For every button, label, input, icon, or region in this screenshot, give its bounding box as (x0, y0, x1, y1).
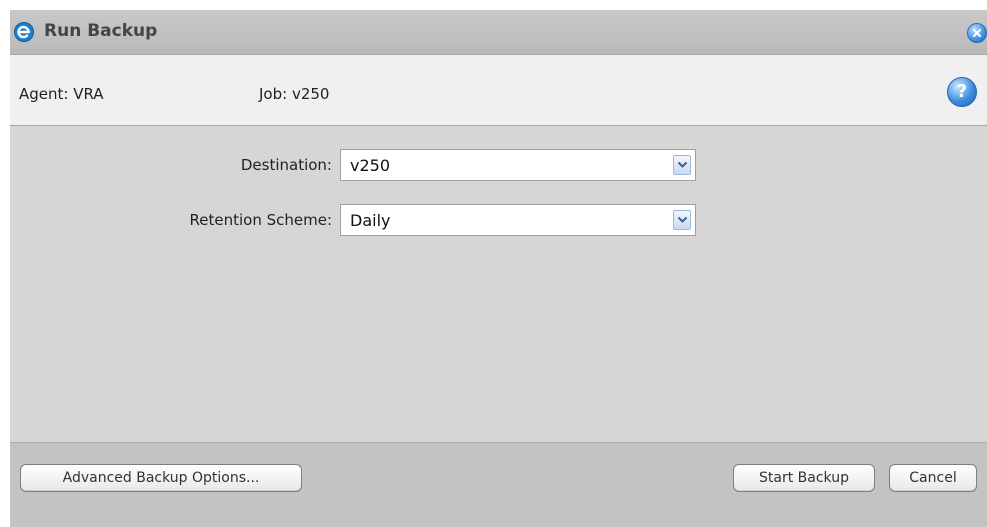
help-icon[interactable]: ? (947, 77, 977, 107)
chevron-down-icon[interactable] (673, 210, 691, 230)
destination-label: Destination: (240, 156, 332, 174)
start-backup-button[interactable]: Start Backup (733, 464, 875, 492)
advanced-backup-options-button[interactable]: Advanced Backup Options... (20, 464, 302, 492)
job-info-bar: Agent: VRA Job: v250 ? (10, 55, 987, 126)
app-logo-icon (14, 22, 34, 42)
chevron-down-icon[interactable] (673, 155, 691, 175)
dialog-button-bar: Advanced Backup Options... Start Backup … (10, 442, 987, 527)
cancel-button[interactable]: Cancel (889, 464, 977, 492)
help-glyph: ? (956, 81, 968, 102)
close-icon[interactable] (967, 23, 987, 43)
retention-scheme-value: Daily (350, 211, 391, 230)
run-backup-dialog: Run Backup Agent: VRA Job: v250 ? Destin… (10, 10, 987, 527)
job-label: Job: v250 (259, 85, 330, 103)
dialog-titlebar: Run Backup (10, 10, 987, 55)
dialog-title: Run Backup (44, 21, 158, 41)
agent-label: Agent: VRA (19, 85, 104, 103)
retention-scheme-select[interactable]: Daily (340, 204, 696, 236)
destination-select[interactable]: v250 (340, 149, 696, 181)
destination-value: v250 (350, 156, 391, 175)
retention-scheme-label: Retention Scheme: (189, 211, 333, 229)
